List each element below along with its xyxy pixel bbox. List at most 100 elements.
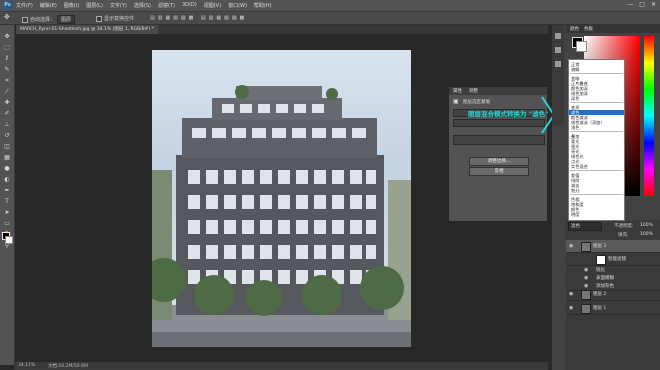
crop-tool-icon[interactable]: ⌗ [3, 77, 11, 85]
color-panel-header: 颜色 色板 [566, 25, 660, 33]
quick-select-tool-icon[interactable]: ✎ [3, 66, 11, 74]
background-color-swatch[interactable] [5, 236, 13, 244]
menu-3d[interactable]: 3D(D) [182, 2, 197, 9]
menu-edit[interactable]: 编辑(E) [40, 2, 57, 9]
align-icons[interactable]: ▤▥▦▧▨▩ ▤▥▦▧▨▩ [150, 15, 247, 21]
path-select-icon[interactable]: ➤ [3, 209, 11, 217]
blend-option[interactable]: 实色混合 [571, 164, 588, 169]
auto-select-checkbox[interactable] [22, 16, 28, 23]
properties-title: 图层选区蒙版 [463, 100, 490, 105]
eraser-tool-icon[interactable]: ◫ [3, 143, 11, 151]
mask-icon: ▣ [453, 98, 459, 105]
color-panel-background-swatch[interactable] [576, 41, 587, 52]
layer-thumbnail [581, 242, 591, 252]
menu-layer[interactable]: 图层(L) [86, 2, 103, 9]
auto-select-dropdown[interactable]: 图层 [57, 15, 76, 24]
properties-header: 属性 调整 [449, 87, 547, 95]
blend-option[interactable]: 深色 [571, 96, 579, 101]
pen-tool-icon[interactable]: ✒ [3, 187, 11, 195]
gradient-tool-icon[interactable]: ▦ [3, 154, 11, 162]
type-tool-icon[interactable]: T [3, 198, 11, 206]
move-tool-icon[interactable]: ✥ [4, 13, 10, 21]
building-photo [152, 85, 411, 347]
zoom-level[interactable]: 34.11% [18, 363, 35, 368]
minimize-button[interactable]: — [627, 1, 633, 8]
blend-mode-dropdown[interactable]: 滤色 [568, 222, 602, 231]
visibility-eye-icon[interactable]: ◉ [569, 291, 573, 297]
history-brush-icon[interactable]: ↺ [3, 132, 11, 140]
visibility-eye-icon[interactable]: ◉ [584, 275, 588, 281]
layer-thumbnail [581, 290, 591, 300]
visibility-eye-icon[interactable]: ◉ [569, 305, 573, 311]
menu-type[interactable]: 文字(Y) [110, 2, 127, 9]
close-button[interactable]: ✕ [651, 1, 656, 8]
fill-label: 填充: [618, 233, 629, 238]
brush-presets-icon[interactable] [555, 47, 561, 53]
menu-separator [570, 102, 623, 103]
marquee-tool-icon[interactable]: ⬚ [3, 44, 11, 52]
invert-button[interactable]: 反相 [469, 167, 529, 176]
tab-properties[interactable]: 属性 [453, 88, 462, 94]
tab-color[interactable]: 颜色 [570, 26, 579, 32]
menu-bar: Ps 文件(F) 编辑(E) 图像(I) 图层(L) 文字(Y) 选择(S) 滤… [0, 0, 660, 12]
tools-panel: ✥ ⬚ ℓ ✎ ⌗ ⁄ ✚ ✐ ⊥ ↺ ◫ ▦ ● ◐ ✒ T ➤ ▭ ✋ ⚲ [0, 25, 15, 365]
menu-select[interactable]: 选择(S) [134, 2, 151, 9]
canvas-image[interactable] [152, 50, 411, 347]
history-icon[interactable] [555, 33, 561, 39]
menu-file[interactable]: 文件(F) [16, 2, 33, 9]
shape-tool-icon[interactable]: ▭ [3, 220, 11, 228]
menu-separator [570, 73, 623, 74]
photoshop-logo: Ps [3, 1, 12, 10]
visibility-eye-icon[interactable]: ◉ [584, 267, 588, 273]
blend-option[interactable]: 明度 [571, 212, 579, 217]
character-icon[interactable] [555, 61, 561, 67]
feather-slider[interactable] [453, 119, 545, 127]
menu-view[interactable]: 视图(V) [204, 2, 221, 9]
options-bar: ✥ 自动选择： 图层 显示变换控件 ▤▥▦▧▨▩ ▤▥▦▧▨▩ [0, 12, 660, 25]
filter-row[interactable]: ◉ 表面模糊 [566, 274, 660, 282]
filter-name: 表面模糊 [596, 276, 614, 281]
auto-select-option[interactable]: 自动选择： 图层 [22, 15, 76, 24]
fill-value[interactable]: 100% [640, 232, 653, 237]
menu-image[interactable]: 图像(I) [64, 2, 79, 9]
tab-swatches[interactable]: 色板 [584, 26, 593, 32]
panel-icon-strip [552, 25, 564, 125]
refine-edge-button[interactable]: 调整边缘... [469, 157, 529, 166]
status-bar: 34.11% 文档:10.2M/50.6M [14, 362, 548, 370]
stamp-tool-icon[interactable]: ⊥ [3, 121, 11, 129]
layers-panel: 滤色 不透明度: 100% 填充: 100% ◉ 图层 3 智能滤镜 ◉ 锐化 … [566, 220, 660, 370]
layer-row[interactable]: ◉ 图层 1 [566, 302, 660, 315]
tab-adjustments[interactable]: 调整 [469, 88, 478, 94]
filter-row[interactable]: ◉ 锐化 [566, 266, 660, 274]
main-menu: 文件(F) 编辑(E) 图像(I) 图层(L) 文字(Y) 选择(S) 滤镜(T… [16, 2, 272, 9]
opacity-value[interactable]: 100% [640, 223, 653, 228]
show-transform-checkbox[interactable] [96, 15, 102, 22]
document-tab[interactable]: MARCH_Rynn-01-Sheetlesh.jpg @ 34.1% (图层 … [16, 25, 158, 34]
hue-slider[interactable] [644, 36, 654, 196]
refine-row [453, 135, 545, 145]
dodge-tool-icon[interactable]: ◐ [3, 176, 11, 184]
blend-option[interactable]: 溶解 [571, 67, 579, 72]
layer-name: 图层 1 [593, 306, 607, 311]
opacity-label: 不透明度: [614, 224, 634, 229]
lasso-tool-icon[interactable]: ℓ [3, 55, 11, 63]
eyedropper-tool-icon[interactable]: ⁄ [3, 88, 11, 96]
blur-tool-icon[interactable]: ● [3, 165, 11, 173]
maximize-button[interactable]: □ [639, 1, 645, 8]
visibility-eye-icon[interactable]: ◉ [569, 243, 573, 249]
blend-option[interactable]: 浅色 [571, 125, 579, 130]
menu-window[interactable]: 窗口(W) [228, 2, 247, 9]
healing-tool-icon[interactable]: ✚ [3, 99, 11, 107]
smart-filter-thumbnail [596, 255, 606, 265]
menu-filter[interactable]: 滤镜(T) [158, 2, 175, 9]
layer-row[interactable]: 智能滤镜 [566, 253, 660, 266]
show-transform-option[interactable]: 显示变换控件 [96, 15, 134, 22]
layer-row[interactable]: ◉ 图层 2 [566, 288, 660, 301]
menu-help[interactable]: 帮助(H) [254, 2, 272, 9]
blend-option[interactable]: 划分 [571, 188, 579, 193]
brush-tool-icon[interactable]: ✐ [3, 110, 11, 118]
layer-row[interactable]: ◉ 图层 3 [566, 240, 660, 253]
menu-separator [570, 131, 623, 132]
blend-mode-menu: 正常 溶解 变暗 正片叠底 颜色加深 线性加深 深色 变亮 滤色 颜色减淡 线性减淡（添加） 浅色 叠加… [568, 59, 625, 221]
move-tool-icon[interactable]: ✥ [3, 33, 11, 41]
